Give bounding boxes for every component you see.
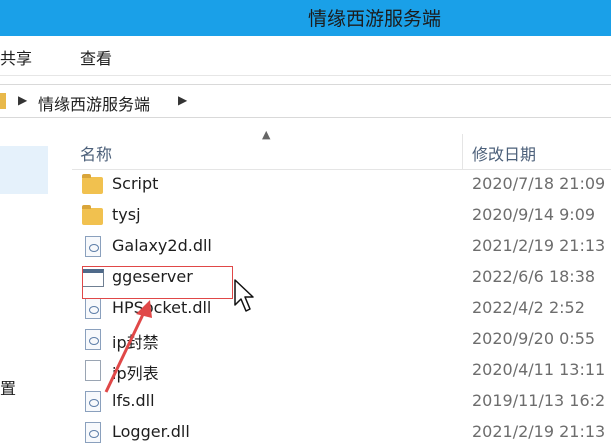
column-header: ▲ 名称 修改日期 (72, 128, 611, 170)
chevron-right-icon[interactable]: ▶ (18, 93, 27, 107)
column-date-modified[interactable]: 修改日期 (472, 141, 536, 165)
file-row[interactable]: ip列表 2020/4/11 13:11 (72, 356, 611, 386)
breadcrumb-current[interactable]: 情缘西游服务端 (38, 91, 150, 115)
navigation-pane: 置 (0, 118, 55, 446)
file-list: Script 2020/7/18 21:09 tysj 2020/9/14 9:… (72, 170, 611, 446)
column-name[interactable]: 名称 (80, 141, 112, 165)
dll-file-icon (82, 391, 104, 413)
file-row[interactable]: Script 2020/7/18 21:09 (72, 170, 611, 200)
tab-share[interactable]: 共享 (0, 45, 32, 69)
file-name[interactable]: ip列表 (112, 360, 159, 384)
file-date: 2019/11/13 16:2 (472, 391, 606, 410)
highlight-box (82, 266, 233, 299)
title-bar: 情缘西游服务端 (0, 0, 611, 36)
file-date: 2020/7/18 21:09 (472, 174, 606, 193)
window-title: 情缘西游服务端 (308, 8, 442, 30)
file-row[interactable]: tysj 2020/9/14 9:09 (72, 201, 611, 231)
file-name[interactable]: lfs.dll (112, 391, 155, 410)
nav-selected-item[interactable] (0, 146, 48, 194)
file-row[interactable]: Logger.dll 2021/2/19 21:13 (72, 418, 611, 446)
file-date: 2020/4/11 13:11 (472, 360, 606, 379)
file-row[interactable]: ip封禁 2020/9/20 0:55 (72, 325, 611, 355)
dll-file-icon (82, 236, 104, 258)
settings-file-icon (82, 329, 104, 351)
file-name[interactable]: ip封禁 (112, 329, 159, 353)
file-name[interactable]: Logger.dll (112, 422, 190, 441)
file-row[interactable]: Galaxy2d.dll 2021/2/19 21:13 (72, 232, 611, 262)
file-name[interactable]: Script (112, 174, 158, 193)
file-date: 2020/9/14 9:09 (472, 205, 596, 224)
column-divider[interactable] (462, 134, 463, 170)
sort-ascending-icon: ▲ (262, 128, 271, 141)
file-date: 2022/6/6 18:38 (472, 267, 596, 286)
file-name[interactable]: HPSocket.dll (112, 298, 211, 317)
file-date: 2021/2/19 21:13 (472, 236, 606, 255)
address-bar[interactable]: ▶ 情缘西游服务端 ▶ (0, 84, 611, 118)
file-row[interactable]: lfs.dll 2019/11/13 16:2 (72, 387, 611, 417)
chevron-right-icon[interactable]: ▶ (178, 93, 187, 107)
nav-item-label[interactable]: 置 (0, 375, 16, 399)
tab-view[interactable]: 查看 (80, 45, 112, 69)
folder-icon (82, 205, 104, 227)
text-file-icon (82, 360, 104, 382)
folder-icon (82, 174, 104, 196)
file-date: 2022/4/2 2:52 (472, 298, 585, 317)
dll-file-icon (82, 298, 104, 320)
folder-icon (0, 93, 6, 109)
file-date: 2021/2/19 21:13 (472, 422, 606, 441)
file-name[interactable]: Galaxy2d.dll (112, 236, 212, 255)
dll-file-icon (82, 422, 104, 444)
file-name[interactable]: tysj (112, 205, 141, 224)
file-date: 2020/9/20 0:55 (472, 329, 596, 348)
ribbon-tabs: 共享 查看 (0, 36, 611, 76)
